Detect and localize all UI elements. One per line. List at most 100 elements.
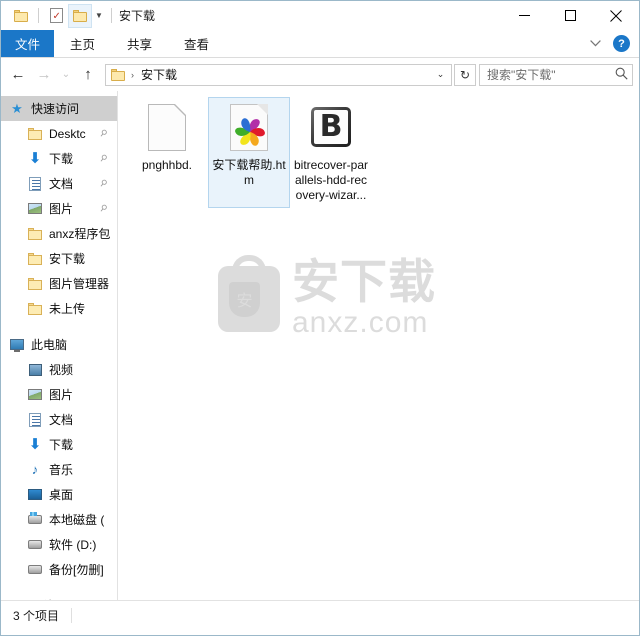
- breadcrumb[interactable]: › 安下载 ⌄: [105, 63, 452, 86]
- sidebar-item-label: 安下载: [49, 252, 86, 266]
- chevron-down-icon[interactable]: ⌄: [432, 65, 449, 85]
- toolbar-divider-2: [111, 8, 112, 23]
- sidebar-item-6[interactable]: 安下载: [1, 246, 117, 271]
- address-bar: ← → ⌄ ↑ › 安下载 ⌄ ↻ 搜索"安下载": [1, 58, 639, 91]
- sidebar-item-10[interactable]: 视频: [1, 357, 117, 382]
- sidebar-item-label: 文档: [49, 177, 74, 191]
- sidebar-item-5[interactable]: anxz程序包: [1, 221, 117, 246]
- qat-folder-button[interactable]: [9, 4, 33, 28]
- sidebar-item-label: anxz程序包: [49, 227, 111, 241]
- sidebar-item-label: 下载: [49, 438, 74, 452]
- window-controls: [501, 1, 639, 30]
- watermark: 安 安下载 anxz.com: [218, 254, 436, 338]
- quick-access-toolbar: ✓ ▼: [9, 3, 117, 28]
- pin-icon[interactable]: ⚲: [98, 127, 109, 140]
- bitrecover-app-icon: B: [307, 103, 355, 151]
- folder-icon: [27, 126, 43, 142]
- sidebar-item-12[interactable]: 文档: [1, 407, 117, 432]
- sidebar-item-1[interactable]: Desktc ⚲: [1, 121, 117, 146]
- file-item[interactable]: 安下载帮助.htm: [208, 97, 290, 208]
- recent-locations-button[interactable]: ⌄: [57, 62, 75, 88]
- sidebar-item-17[interactable]: 软件 (D:): [1, 532, 117, 557]
- drive-icon: [27, 562, 43, 578]
- sidebar-item-3[interactable]: 文档 ⚲: [1, 171, 117, 196]
- file-name: 安下载帮助.htm: [212, 158, 286, 187]
- blank-page-icon: [143, 103, 191, 151]
- breadcrumb-separator: ›: [131, 69, 134, 80]
- sidebar-item-2[interactable]: ⬇ 下载 ⚲: [1, 146, 117, 171]
- chevron-down-icon[interactable]: ▼: [92, 5, 106, 27]
- folder-icon: [13, 9, 29, 22]
- sidebar-item-18[interactable]: 备份[勿删]: [1, 557, 117, 582]
- sidebar-item-15[interactable]: 桌面: [1, 482, 117, 507]
- sidebar-item-label: 图片: [49, 388, 74, 402]
- pin-icon[interactable]: ⚲: [98, 177, 109, 190]
- pictures-icon: [27, 387, 43, 403]
- file-grid: pnghhbd. 安下载帮助.htm B bitrecover-parallel…: [118, 91, 639, 208]
- breadcrumb-item-current[interactable]: 安下载: [141, 66, 177, 83]
- up-button[interactable]: ↑: [75, 62, 101, 88]
- pin-icon[interactable]: ⚲: [98, 152, 109, 165]
- navigation-pane[interactable]: ★ 快速访问 Desktc ⚲ ⬇ 下载 ⚲ 文档 ⚲ 图片 ⚲ anxz程序包 安下载 图片管理器 未上传…: [1, 91, 118, 600]
- sidebar-item-label: 备份[勿删]: [49, 563, 104, 577]
- file-list-pane[interactable]: 安 安下载 anxz.com pnghhbd. 安下载帮助.htm B bitr…: [118, 91, 639, 600]
- pictures-icon: [27, 201, 43, 217]
- status-divider: [71, 607, 73, 623]
- sidebar-item-9[interactable]: 此电脑: [1, 332, 117, 357]
- minimize-button[interactable]: [501, 1, 547, 30]
- sidebar-item-label: 网络: [31, 597, 55, 600]
- sidebar-item-19[interactable]: 网络: [1, 593, 117, 600]
- navigation-list: ★ 快速访问 Desktc ⚲ ⬇ 下载 ⚲ 文档 ⚲ 图片 ⚲ anxz程序包 安下载 图片管理器 未上传…: [1, 96, 117, 600]
- title-bar: ✓ ▼ 安下载: [1, 1, 639, 30]
- maximize-button[interactable]: [547, 1, 593, 30]
- sidebar-item-4[interactable]: 图片 ⚲: [1, 196, 117, 221]
- explorer-body: ★ 快速访问 Desktc ⚲ ⬇ 下载 ⚲ 文档 ⚲ 图片 ⚲ anxz程序包 安下载 图片管理器 未上传…: [1, 91, 639, 600]
- nav-group-spacer: [1, 321, 117, 332]
- sidebar-item-11[interactable]: 图片: [1, 382, 117, 407]
- star-icon: ★: [11, 100, 23, 116]
- tab-view[interactable]: 查看: [168, 30, 225, 57]
- html-page-icon: [225, 103, 273, 151]
- toolbar-divider: [38, 8, 39, 23]
- sidebar-item-label: 本地磁盘 (: [49, 513, 105, 527]
- pin-icon[interactable]: ⚲: [98, 202, 109, 215]
- properties-icon: ✓: [49, 8, 63, 23]
- tab-share[interactable]: 共享: [111, 30, 168, 57]
- music-icon: ♪: [31, 462, 39, 477]
- help-icon[interactable]: ?: [613, 35, 630, 52]
- folder-icon: [27, 276, 43, 292]
- sidebar-item-label: 文档: [49, 413, 74, 427]
- folder-icon: [111, 68, 126, 81]
- forward-button[interactable]: →: [31, 62, 57, 88]
- sidebar-item-14[interactable]: ♪ 音乐: [1, 457, 117, 482]
- sidebar-item-7[interactable]: 图片管理器: [1, 271, 117, 296]
- sidebar-item-label: 下载: [49, 152, 74, 166]
- sidebar-item-0[interactable]: ★ 快速访问: [1, 96, 117, 121]
- search-placeholder: 搜索"安下载": [487, 68, 556, 82]
- file-item[interactable]: B bitrecover-parallels-hdd-recovery-wiza…: [290, 97, 372, 208]
- folder-icon: [27, 226, 43, 242]
- file-explorer-window: ✓ ▼ 安下载 文件 主页 共享 查看 ? ← → ⌄ ↑ › 安下载 ⌄ ↻ …: [0, 0, 640, 636]
- sidebar-item-label: 音乐: [49, 463, 74, 477]
- sidebar-item-label: 桌面: [49, 488, 74, 502]
- sidebar-item-8[interactable]: 未上传: [1, 296, 117, 321]
- search-icon: [615, 67, 628, 83]
- sidebar-item-label: 视频: [49, 363, 74, 377]
- sidebar-item-13[interactable]: ⬇ 下载: [1, 432, 117, 457]
- file-item[interactable]: pnghhbd.: [126, 97, 208, 208]
- qat-properties-button[interactable]: ✓: [44, 4, 68, 28]
- watermark-brand-cn: 安下载: [292, 255, 436, 310]
- close-button[interactable]: [593, 1, 639, 30]
- sidebar-item-label: Desktc: [49, 126, 86, 141]
- watermark-text: 安下载 anxz.com: [292, 259, 436, 338]
- qat-new-folder-button[interactable]: [68, 3, 92, 28]
- refresh-button[interactable]: ↻: [454, 63, 476, 86]
- search-input[interactable]: 搜索"安下载": [479, 63, 633, 86]
- tab-home[interactable]: 主页: [54, 30, 111, 57]
- sidebar-item-16[interactable]: 本地磁盘 (: [1, 507, 117, 532]
- sidebar-item-label: 此电脑: [31, 338, 68, 352]
- chevron-down-icon[interactable]: [585, 34, 605, 54]
- tab-file[interactable]: 文件: [1, 30, 55, 57]
- back-button[interactable]: ←: [5, 62, 31, 88]
- new-folder-icon: [72, 9, 88, 22]
